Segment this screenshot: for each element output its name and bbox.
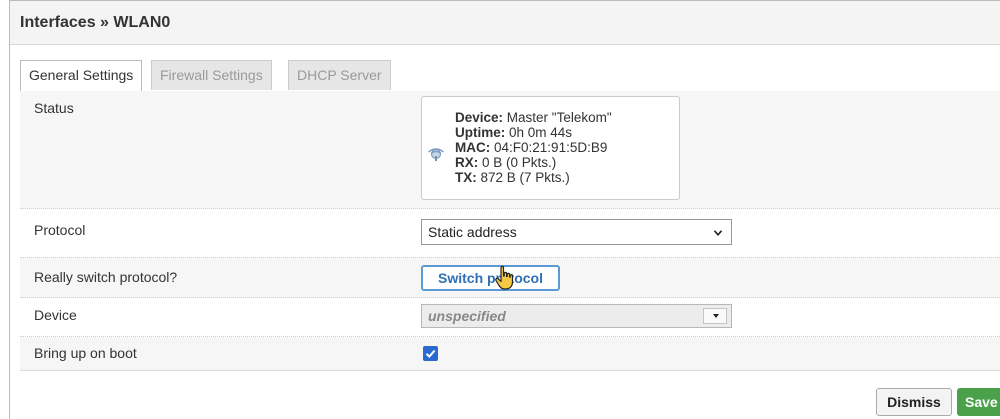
protocol-row: Protocol Static address [20,209,1000,258]
tab-firewall-settings[interactable]: Firewall Settings [151,60,272,90]
chevron-down-icon [714,230,722,236]
device-label: Device [34,307,77,323]
tab-dhcp-server[interactable]: DHCP Server [288,60,391,90]
protocol-label: Protocol [34,222,86,238]
status-details: Device: Master "Telekom" Uptime: 0h 0m 4… [455,110,612,185]
dismiss-button[interactable]: Dismiss [876,388,952,416]
status-uptime-line: Uptime: 0h 0m 44s [455,125,573,140]
status-box: Device: Master "Telekom" Uptime: 0h 0m 4… [421,96,680,200]
hand-pointer-cursor-icon [495,265,514,290]
footer-divider [20,370,1000,371]
interface-modal: Interfaces » WLAN0 General Settings Fire… [9,0,1000,419]
status-tx-line: TX: 872 B (7 Pkts.) [455,170,570,185]
status-label: Status [34,100,74,116]
modal-title: Interfaces » WLAN0 [10,1,1000,45]
switch-protocol-button[interactable]: Switch protocol [421,265,560,291]
device-row: Device unspecified [20,298,1000,337]
status-device-line: Device: Master "Telekom" [455,110,612,125]
switch-protocol-row: Really switch protocol? Switch protocol [20,258,1000,298]
switch-protocol-label: Really switch protocol? [34,269,178,285]
checkmark-icon [425,349,436,358]
wifi-signal-icon [428,148,444,161]
device-dropdown-arrow[interactable] [703,308,727,324]
device-select[interactable]: unspecified [421,304,732,328]
boot-row: Bring up on boot [20,337,1000,370]
boot-checkbox[interactable] [423,346,438,361]
tab-bar: General Settings Firewall Settings DHCP … [20,60,1000,92]
boot-label: Bring up on boot [34,345,137,361]
status-rx-line: RX: 0 B (0 Pkts.) [455,155,557,170]
caret-down-icon [713,314,719,318]
device-select-value: unspecified [428,308,506,324]
protocol-select-value: Static address [428,224,517,240]
save-button[interactable]: Save [957,388,1000,416]
tab-general-settings[interactable]: General Settings [20,60,143,91]
status-mac-line: MAC: 04:F0:21:91:5D:B9 [455,140,608,155]
protocol-select[interactable]: Static address [421,219,732,245]
status-row: Status Device: Master "Telekom" Uptime: … [20,91,1000,209]
